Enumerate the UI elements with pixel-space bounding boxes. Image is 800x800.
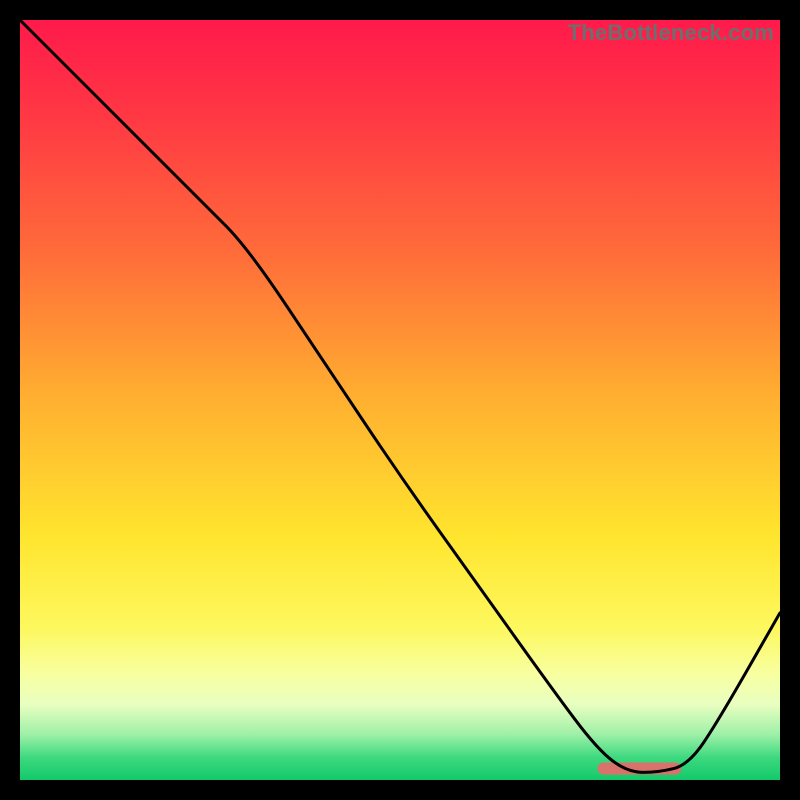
watermark-text: TheBottleneck.com xyxy=(568,20,774,46)
chart-canvas xyxy=(20,20,780,780)
chart-frame: TheBottleneck.com xyxy=(20,20,780,780)
